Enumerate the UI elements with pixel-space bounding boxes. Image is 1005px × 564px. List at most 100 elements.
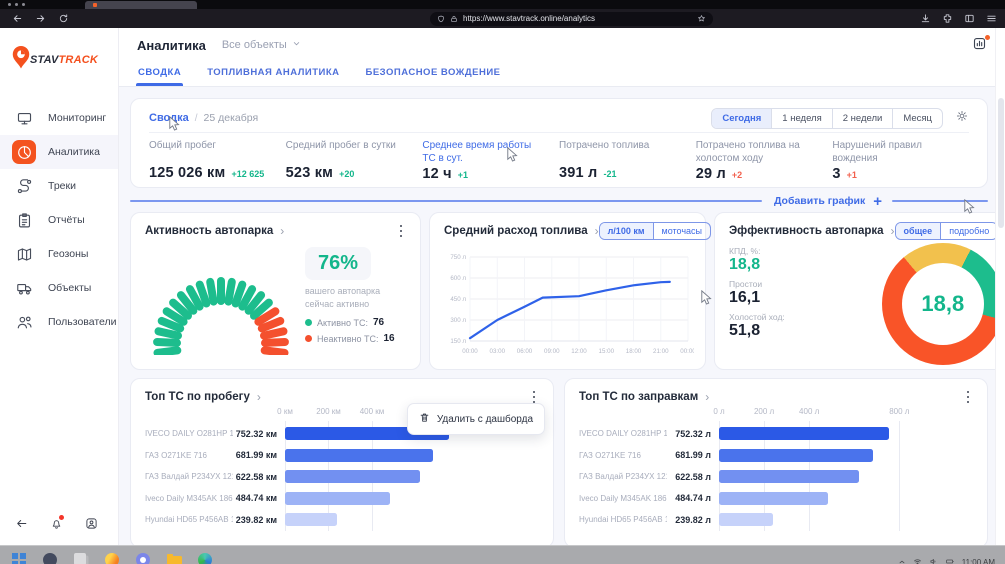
gear-icon[interactable]	[955, 109, 969, 128]
legend-value: 76	[373, 317, 384, 328]
card-link-arrow[interactable]: ›	[257, 390, 261, 404]
bar-fill[interactable]	[285, 470, 420, 483]
forward-icon[interactable]	[35, 13, 46, 24]
table-row: Hyundai HD65 P456AB 197239.82 л	[579, 509, 967, 531]
plus-icon[interactable]: +	[873, 194, 882, 209]
kebab-menu-icon[interactable]	[963, 389, 974, 406]
stat-value: 3	[832, 166, 840, 182]
bar-fill[interactable]	[285, 449, 433, 462]
card-title: Средний расход топлива	[444, 225, 588, 237]
task-view-icon[interactable]	[74, 553, 89, 564]
bar-fill[interactable]	[285, 513, 337, 526]
svg-text:600 л: 600 л	[450, 275, 466, 282]
stat-block-1: Средний пробег в сутки523 км+20	[286, 140, 423, 182]
stat-block-4: Потрачено топлива на холостом ходу29 л+2	[696, 140, 833, 182]
stat-value-row: 3+1	[832, 166, 957, 182]
sidebar-item-6[interactable]: Пользователи	[0, 305, 118, 339]
url-text[interactable]: https://www.stavtrack.online/analytics	[463, 14, 697, 23]
vehicle-label: Iveco Daily M345AK 186	[579, 494, 667, 503]
browser-tab[interactable]	[85, 1, 197, 9]
sidebar-item-0[interactable]: Мониторинг	[0, 101, 118, 135]
fuel-toggle-0[interactable]: л/100 км	[600, 223, 653, 239]
bar-fill[interactable]	[719, 449, 873, 462]
breadcrumb[interactable]: Сводка	[149, 112, 189, 124]
stat-value-row: 391 л-21	[559, 165, 684, 181]
axis-tick-label: 0 км	[277, 407, 293, 416]
efficiency-toggle-1[interactable]: подробно	[940, 223, 995, 239]
stat-delta: +12 625	[231, 169, 264, 179]
card-link-arrow[interactable]: ›	[280, 224, 284, 238]
scrollbar-thumb[interactable]	[998, 98, 1004, 228]
period-button-1[interactable]: 1 неделя	[772, 109, 832, 128]
tab-1[interactable]: ТОПЛИВНАЯ АНАЛИТИКА	[207, 62, 339, 86]
sidebar-item-label: Аналитика	[48, 146, 100, 158]
sidebar-item-4[interactable]: Геозоны	[0, 237, 118, 271]
objects-filter-dropdown[interactable]: Все объекты	[222, 39, 301, 51]
stat-value: 12 ч	[422, 166, 451, 182]
app-taskbar-icon[interactable]	[136, 553, 151, 564]
stat-value-row: 29 л+2	[696, 166, 821, 182]
chevron-down-icon	[292, 39, 301, 51]
svg-text:150 л: 150 л	[450, 338, 466, 345]
kebab-menu-icon[interactable]	[396, 223, 407, 240]
add-chart-button[interactable]: Добавить график	[774, 195, 865, 207]
collapse-back-icon[interactable]	[15, 517, 28, 535]
efficiency-toggle-0[interactable]: общее	[896, 223, 941, 239]
shield-icon[interactable]	[437, 10, 445, 28]
url-bar[interactable]: https://www.stavtrack.online/analytics	[430, 12, 713, 26]
table-row: ГАЗ O271KE 716681.99 км	[145, 445, 533, 467]
period-button-0[interactable]: Сегодня	[712, 109, 772, 128]
sidebar-panel-icon[interactable]	[964, 13, 975, 24]
bar-track	[285, 492, 533, 505]
bookmark-star-icon[interactable]	[697, 10, 706, 28]
card-link-arrow[interactable]: ›	[705, 390, 709, 404]
notifications-bell-icon[interactable]	[50, 517, 63, 535]
period-button-3[interactable]: Месяц	[893, 109, 942, 128]
edge-taskbar-icon[interactable]	[198, 553, 213, 564]
delete-from-dashboard-menu-item[interactable]: Удалить с дашборда	[407, 403, 545, 435]
efficiency-metrics: КПД, %:18,8Простои16,1Холостой ход:51,8	[729, 241, 817, 340]
bar-fill[interactable]	[719, 427, 889, 440]
taskbar-clock[interactable]: 11:00 AM	[962, 558, 995, 564]
tab-2[interactable]: БЕЗОПАСНОЕ ВОЖДЕНИЕ	[366, 62, 501, 86]
sidebar-item-3[interactable]: Отчёты	[0, 203, 118, 237]
sidebar-item-5[interactable]: Объекты	[0, 271, 118, 305]
account-icon[interactable]	[85, 517, 98, 535]
sidebar-item-2[interactable]: Треки	[0, 169, 118, 203]
reload-icon[interactable]	[58, 13, 69, 24]
bar-fill[interactable]	[719, 492, 828, 505]
period-button-2[interactable]: 2 недели	[833, 109, 894, 128]
news-updates-icon[interactable]	[972, 36, 989, 53]
wifi-icon[interactable]	[913, 553, 922, 564]
search-taskbar-icon[interactable]	[43, 553, 58, 564]
monitor-icon	[12, 106, 36, 130]
objects-filter-label: Все объекты	[222, 39, 287, 51]
users-icon	[12, 310, 36, 334]
bar-fill[interactable]	[285, 492, 390, 505]
bar-fill[interactable]	[719, 513, 773, 526]
page-scrollbar[interactable]	[995, 28, 1005, 545]
window-controls[interactable]	[8, 3, 25, 6]
stat-block-0: Общий пробег125 026 км+12 625	[149, 140, 286, 182]
lock-icon[interactable]	[450, 10, 458, 28]
start-button-icon[interactable]	[12, 553, 27, 564]
menu-hamburger-icon[interactable]	[986, 13, 997, 24]
back-icon[interactable]	[12, 13, 23, 24]
downloads-icon[interactable]	[920, 13, 931, 24]
logo[interactable]: STAVTRACK	[10, 44, 118, 75]
stat-label[interactable]: Среднее время работы ТС в сут.	[422, 140, 547, 165]
news-badge-dot	[985, 35, 990, 40]
bar-fill[interactable]	[719, 470, 859, 483]
battery-icon[interactable]	[945, 553, 955, 564]
tray-chevron-icon[interactable]	[898, 553, 906, 564]
vehicle-value: 239.82 л	[667, 515, 719, 525]
tab-0[interactable]: СВОДКА	[138, 62, 181, 86]
fuel-toggle-1[interactable]: моточасы	[653, 223, 711, 239]
sidebar-footer	[0, 517, 118, 535]
vehicle-label: Hyundai HD65 P456AB 197	[579, 515, 667, 524]
file-explorer-icon[interactable]	[167, 553, 182, 564]
firefox-taskbar-icon[interactable]	[105, 553, 120, 564]
volume-icon[interactable]	[929, 553, 938, 564]
sidebar-item-1[interactable]: Аналитика	[0, 135, 118, 169]
extensions-icon[interactable]	[942, 13, 953, 24]
